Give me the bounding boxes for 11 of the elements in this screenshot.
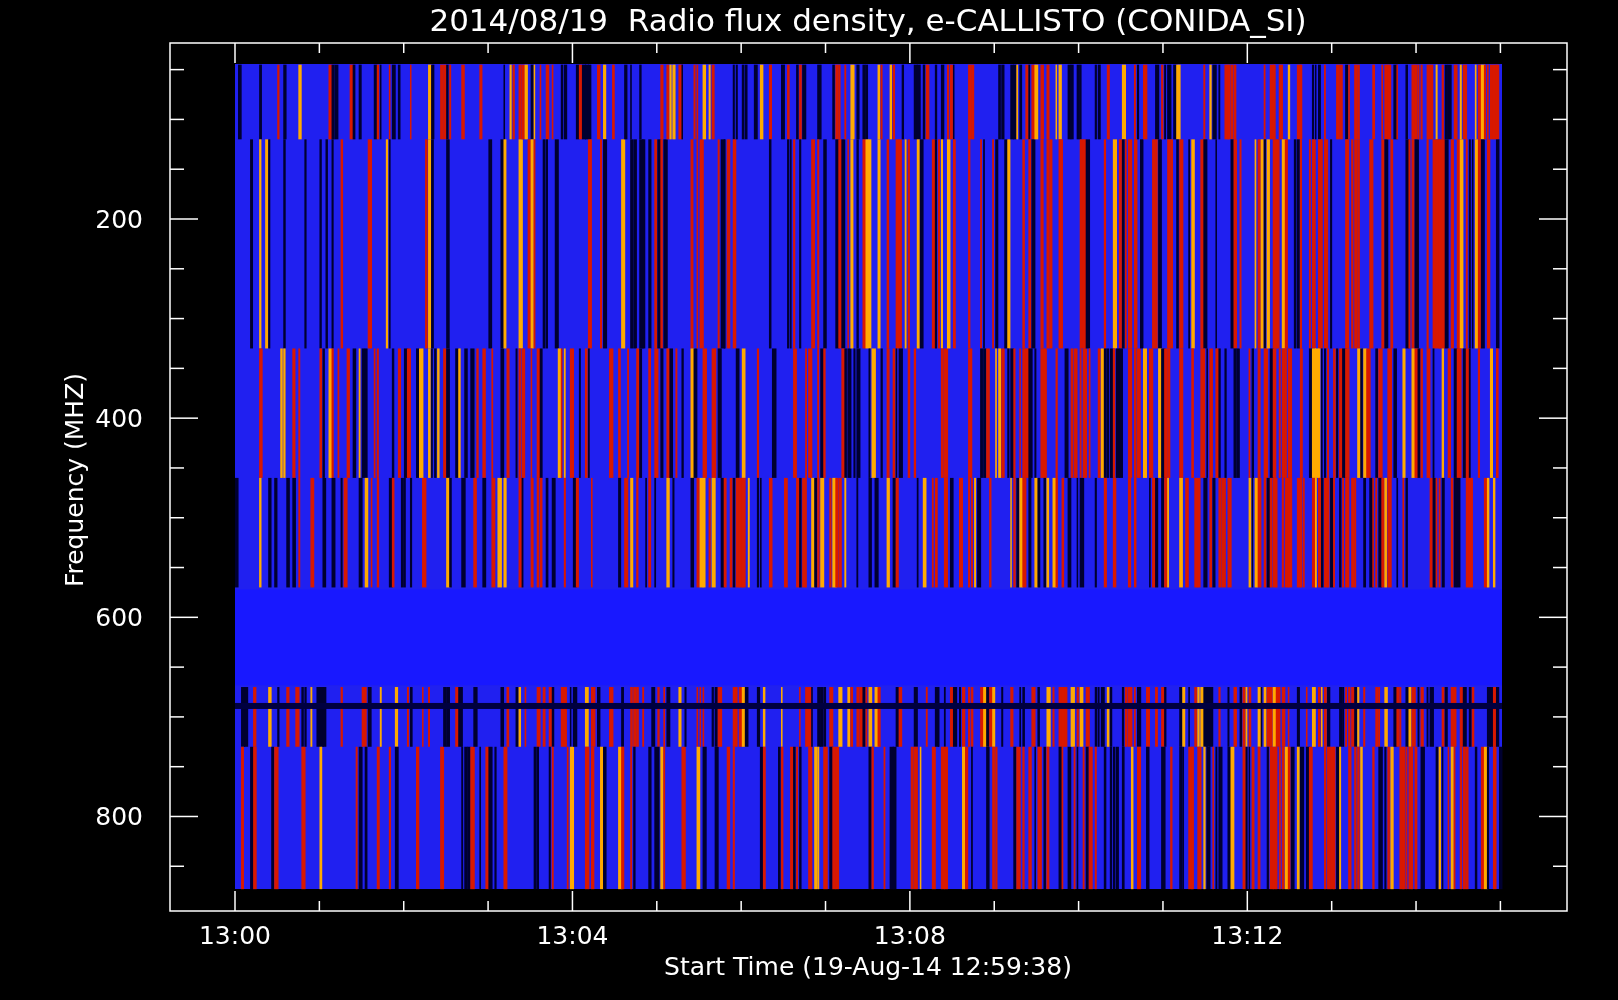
- tick-label: 13:00: [199, 921, 271, 950]
- tick-label: 800: [95, 802, 143, 832]
- tick-label: 13:04: [536, 921, 609, 950]
- tick-label: 200: [95, 205, 143, 234]
- tick-label: 400: [95, 404, 143, 434]
- tick-label: 600: [95, 603, 143, 633]
- tick-label: 13:12: [1211, 921, 1284, 950]
- tick-label: 13:08: [873, 921, 946, 950]
- axis-label: Frequency (MHZ): [60, 372, 89, 588]
- axis-label: Start Time (19-Aug-14 12:59:38): [664, 952, 1072, 981]
- chart-title: 2014/08/19 Radio flux density, e-CALLISTO (CONIDA_SI): [429, 2, 1307, 38]
